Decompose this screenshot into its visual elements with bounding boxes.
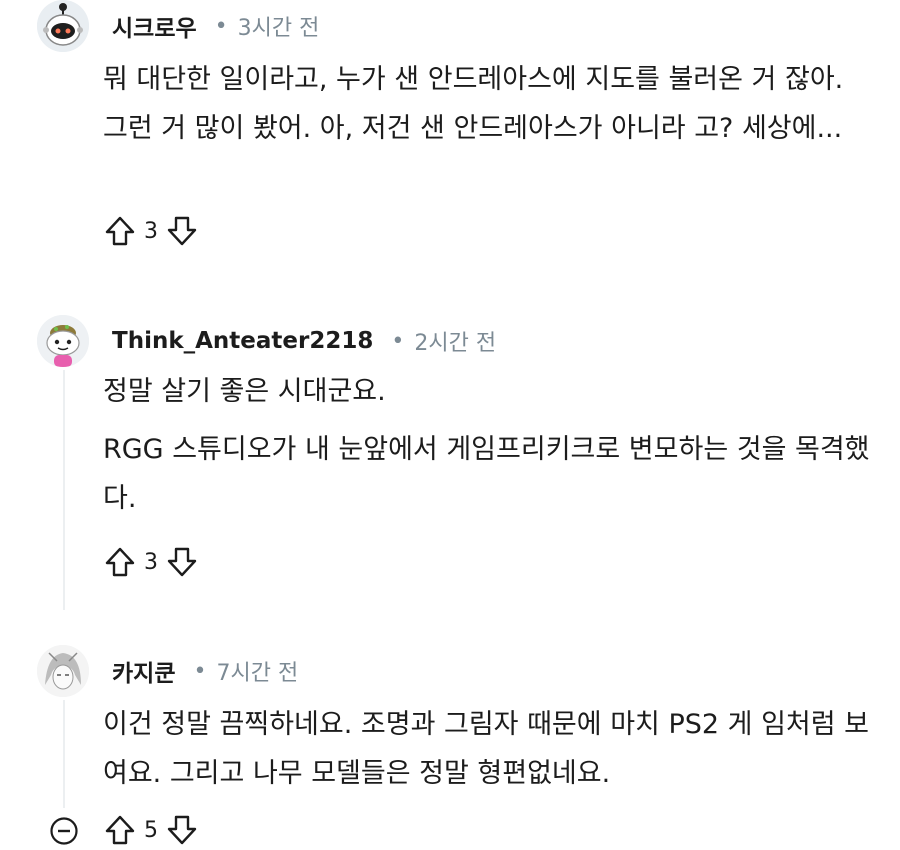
timestamp: 2시간 전 (414, 331, 497, 356)
upvote-button[interactable] (102, 812, 138, 848)
comment-body: 정말 살기 좋은 시대군요. RGG 스튜디오가 내 눈앞에서 게임프리키크로 … (103, 367, 873, 523)
username[interactable]: Think_Anteater2218 (112, 328, 373, 354)
upvote-arrow-icon (105, 815, 135, 845)
avatar[interactable] (37, 0, 89, 52)
thread-line[interactable] (63, 700, 65, 808)
comment: 카지쿤 • 7시간 전 이건 정말 끔찍하네요. 조명과 그림자 때문에 마치 … (0, 630, 900, 848)
downvote-button[interactable] (164, 213, 200, 249)
upvote-arrow-icon (105, 216, 135, 246)
separator-dot: • (391, 328, 405, 354)
downvote-button[interactable] (164, 812, 200, 848)
downvote-arrow-icon (167, 547, 197, 577)
snoo-avatar-icon (37, 315, 89, 367)
downvote-arrow-icon (167, 815, 197, 845)
upvote-button[interactable] (102, 213, 138, 249)
vote-bar: 3 (102, 213, 200, 249)
thread-line[interactable] (63, 370, 65, 610)
comment-paragraph: 뭐 대단한 일이라고, 누가 샌 안드레아스에 지도를 불러온 거 잖아. 그런… (103, 64, 844, 144)
vote-bar: 3 (102, 544, 200, 580)
downvote-arrow-icon (167, 216, 197, 246)
minus-circle-icon (50, 817, 78, 845)
username[interactable]: 시크로우 (112, 9, 197, 43)
timestamp: 7시간 전 (216, 661, 299, 686)
vote-score: 3 (144, 218, 158, 244)
comment: Think_Anteater2218 • 2시간 전 정말 살기 좋은 시대군요… (0, 300, 900, 610)
vote-score: 3 (144, 549, 158, 575)
comment-paragraph: RGG 스튜디오가 내 눈앞에서 게임프리키크로 변모하는 것을 목격했다. (103, 434, 870, 514)
upvote-arrow-icon (105, 547, 135, 577)
avatar[interactable] (37, 315, 89, 367)
collapse-thread-button[interactable] (49, 816, 79, 846)
username[interactable]: 카지쿤 (112, 654, 175, 688)
comment-paragraph: 정말 살기 좋은 시대군요. (103, 376, 386, 407)
avatar[interactable] (37, 645, 89, 697)
timestamp: 3시간 전 (237, 16, 320, 41)
comment-paragraph: 이건 정말 끔찍하네요. 조명과 그림자 때문에 마치 PS2 게 임처럼 보여… (103, 709, 870, 789)
vote-bar: 5 (102, 812, 200, 848)
comment: 시크로우 • 3시간 전 뭐 대단한 일이라고, 누가 샌 안드레아스에 지도를… (0, 0, 900, 270)
anime-avatar-icon (37, 645, 89, 697)
separator-dot: • (193, 658, 207, 684)
robot-avatar-icon (37, 0, 89, 52)
vote-score: 5 (144, 817, 158, 843)
upvote-button[interactable] (102, 544, 138, 580)
separator-dot: • (214, 13, 228, 39)
comment-body: 이건 정말 끔찍하네요. 조명과 그림자 때문에 마치 PS2 게 임처럼 보여… (103, 700, 873, 798)
comment-body: 뭐 대단한 일이라고, 누가 샌 안드레아스에 지도를 불러온 거 잖아. 그런… (103, 55, 873, 153)
downvote-button[interactable] (164, 544, 200, 580)
